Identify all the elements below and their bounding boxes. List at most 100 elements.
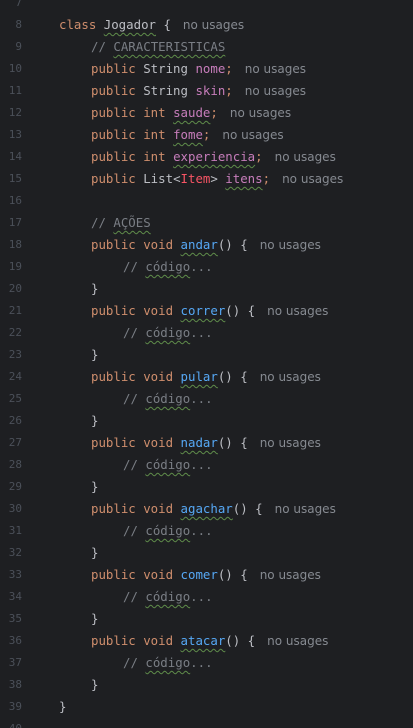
code-line[interactable]: 31 // código... xyxy=(0,520,413,542)
code-line[interactable]: 19 // código... xyxy=(0,256,413,278)
usage-hint[interactable]: no usages xyxy=(183,18,244,32)
usage-hint[interactable]: no usages xyxy=(260,238,321,252)
code-line[interactable]: 24 public void pular() {no usages xyxy=(0,366,413,388)
usage-hint[interactable]: no usages xyxy=(260,436,321,450)
code-token: public xyxy=(91,567,144,582)
code-text[interactable]: } xyxy=(91,542,98,564)
code-text[interactable]: public List<Item> itens; no usages xyxy=(91,168,343,190)
code-line[interactable]: 13 public int fome; no usages xyxy=(0,124,413,146)
code-line[interactable]: 36 public void atacar() {no usages xyxy=(0,630,413,652)
code-text[interactable]: public String skin; no usages xyxy=(91,80,306,102)
code-text[interactable]: public String nome; no usages xyxy=(91,58,306,80)
code-text[interactable]: // código... xyxy=(123,520,213,542)
code-token: // xyxy=(123,325,146,340)
code-text[interactable]: class Jogador {no usages xyxy=(59,14,244,36)
code-text[interactable]: // código... xyxy=(123,454,213,476)
code-text[interactable]: } xyxy=(91,344,98,366)
code-line[interactable]: 28 // código... xyxy=(0,454,413,476)
code-line[interactable]: 35} xyxy=(0,608,413,630)
code-line[interactable]: 23} xyxy=(0,344,413,366)
code-line[interactable]: 38} xyxy=(0,674,413,696)
code-text[interactable]: } xyxy=(59,696,66,718)
code-text[interactable]: // código... xyxy=(123,256,213,278)
code-text[interactable]: } xyxy=(91,278,98,300)
code-line[interactable]: 30 public void agachar() {no usages xyxy=(0,498,413,520)
code-text[interactable]: public int experiencia; no usages xyxy=(91,146,336,168)
code-token: nome xyxy=(195,61,226,76)
code-line[interactable]: 15 public List<Item> itens; no usages xyxy=(0,168,413,190)
code-text[interactable]: public void atacar() {no usages xyxy=(91,630,328,652)
code-text[interactable]: // AÇÕES xyxy=(91,212,151,234)
code-text[interactable]: public void pular() {no usages xyxy=(91,366,321,388)
code-text[interactable]: public int saude; no usages xyxy=(91,102,291,124)
code-token: public xyxy=(91,61,144,76)
code-line[interactable]: 22 // código... xyxy=(0,322,413,344)
line-number: 40 xyxy=(0,718,22,728)
code-line[interactable]: 37 // código... xyxy=(0,652,413,674)
code-token: } xyxy=(59,699,67,714)
code-text[interactable]: public int fome; no usages xyxy=(91,124,284,146)
code-line[interactable]: 39} xyxy=(0,696,413,718)
code-text[interactable]: } xyxy=(91,674,98,696)
line-number: 24 xyxy=(8,370,22,383)
code-text[interactable]: // código... xyxy=(123,322,213,344)
code-text[interactable]: // código... xyxy=(123,652,213,674)
code-line[interactable]: 27 public void nadar() {no usages xyxy=(0,432,413,454)
code-text[interactable]: } xyxy=(91,476,98,498)
code-line[interactable]: 16 xyxy=(0,190,413,212)
code-token: () { xyxy=(225,303,256,318)
usage-hint[interactable]: no usages xyxy=(245,84,306,98)
code-token: () { xyxy=(232,501,263,516)
code-line[interactable]: 11 public String skin; no usages xyxy=(0,80,413,102)
usage-hint[interactable]: no usages xyxy=(222,128,283,142)
code-token: Item xyxy=(180,171,211,186)
code-line[interactable]: 34 // código... xyxy=(0,586,413,608)
code-line[interactable]: 9 // CARACTERISTICAS xyxy=(0,36,413,58)
code-line[interactable]: 26} xyxy=(0,410,413,432)
usage-hint[interactable]: no usages xyxy=(260,370,321,384)
usage-hint[interactable]: no usages xyxy=(245,62,306,76)
code-token: código xyxy=(145,325,191,340)
code-text[interactable]: // código... xyxy=(123,388,213,410)
code-token: int xyxy=(143,127,174,142)
code-line[interactable]: 32} xyxy=(0,542,413,564)
line-number: 15 xyxy=(8,172,22,185)
code-token: ... xyxy=(190,523,213,538)
code-text[interactable]: public void comer() {no usages xyxy=(91,564,321,586)
code-line[interactable]: 29} xyxy=(0,476,413,498)
usage-hint[interactable]: no usages xyxy=(267,634,328,648)
code-line[interactable]: 17 // AÇÕES xyxy=(0,212,413,234)
code-line[interactable]: 12 public int saude; no usages xyxy=(0,102,413,124)
code-line[interactable]: 20} xyxy=(0,278,413,300)
code-line[interactable]: 21 public void correr() {no usages xyxy=(0,300,413,322)
code-token: } xyxy=(91,413,99,428)
code-editor[interactable]: 7 8 class Jogador {no usages 9 // CARACTERIS… xyxy=(0,0,413,728)
line-number: 13 xyxy=(8,128,22,141)
code-text[interactable]: public void agachar() {no usages xyxy=(91,498,336,520)
usage-hint[interactable]: no usages xyxy=(282,172,343,186)
line-number: 31 xyxy=(8,524,22,537)
usage-hint[interactable]: no usages xyxy=(275,150,336,164)
code-line[interactable]: 33 public void comer() {no usages xyxy=(0,564,413,586)
usage-hint[interactable]: no usages xyxy=(267,304,328,318)
usage-hint[interactable]: no usages xyxy=(260,568,321,582)
code-line[interactable]: 25 // código... xyxy=(0,388,413,410)
code-line[interactable]: 10 public String nome; no usages xyxy=(0,58,413,80)
code-text[interactable]: } xyxy=(91,410,98,432)
code-line[interactable]: 40 xyxy=(0,718,413,728)
code-text[interactable]: public void andar() {no usages xyxy=(91,234,321,256)
code-token: public xyxy=(91,237,144,252)
code-text[interactable]: // CARACTERISTICAS xyxy=(91,36,225,58)
code-line[interactable]: 7 xyxy=(0,0,413,14)
code-token: ; xyxy=(210,105,218,120)
line-number: 17 xyxy=(8,216,22,229)
code-line[interactable]: 14 public int experiencia; no usages xyxy=(0,146,413,168)
code-text[interactable]: } xyxy=(91,608,98,630)
code-line[interactable]: 18 public void andar() {no usages xyxy=(0,234,413,256)
code-text[interactable]: public void correr() {no usages xyxy=(91,300,328,322)
code-text[interactable]: // código... xyxy=(123,586,213,608)
code-text[interactable]: public void nadar() {no usages xyxy=(91,432,321,454)
code-line[interactable]: 8 class Jogador {no usages xyxy=(0,14,413,36)
usage-hint[interactable]: no usages xyxy=(230,106,291,120)
usage-hint[interactable]: no usages xyxy=(275,502,336,516)
